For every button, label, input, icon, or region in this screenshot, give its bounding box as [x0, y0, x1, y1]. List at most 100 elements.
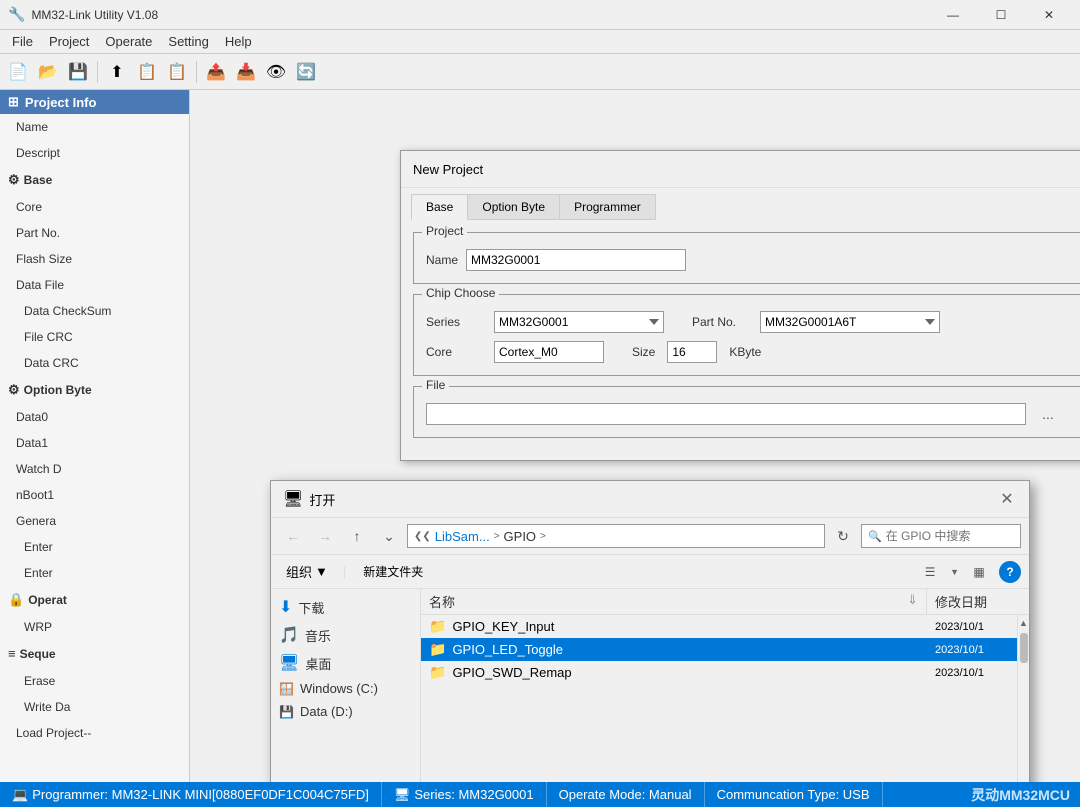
left-item-music[interactable]: 🎵 音乐 [271, 621, 420, 649]
file-list-scroll[interactable]: 📁 GPIO_KEY_Input 2023/10/1 📁 GPIO_LED_To… [421, 615, 1017, 782]
sidebar-section-base[interactable]: ⚙Base [0, 166, 189, 194]
sidebar: ⊞ Project Info Name Descript ⚙Base Core … [0, 90, 190, 782]
tab-option-byte[interactable]: Option Byte [467, 194, 560, 220]
toolbar: 📄 📂 💾 ⬆ 📋 📋 📤 📥 👁 🔄 [0, 54, 1080, 90]
search-input[interactable] [886, 529, 1014, 543]
close-button[interactable]: ✕ [1026, 0, 1072, 30]
new-project-dialog: New Project ✕ Base Option Byte Programme… [400, 150, 1080, 461]
nav-recent-button[interactable]: ⌄ [375, 524, 403, 548]
tab-base[interactable]: Base [411, 194, 468, 220]
file-row-1[interactable]: 📁 GPIO_LED_Toggle 2023/10/1 [421, 638, 1017, 661]
sidebar-item-core[interactable]: Core [0, 194, 189, 220]
menu-operate[interactable]: Operate [97, 32, 160, 51]
col-date-header[interactable]: 修改日期 [927, 589, 1017, 614]
title-bar: 🔧 MM32-Link Utility V1.08 — ☐ ✕ [0, 0, 1080, 30]
operate-text: Operate Mode: Manual [559, 787, 692, 802]
help-button[interactable]: ? [999, 561, 1021, 583]
toolbar-copy1[interactable]: 📋 [133, 58, 161, 86]
view-pane-button[interactable]: ▦ [965, 561, 993, 583]
project-name-input[interactable] [466, 249, 686, 271]
sidebar-item-writeda[interactable]: Write Da [0, 694, 189, 720]
scroll-up-btn[interactable]: ▲ [1018, 615, 1029, 631]
sidebar-item-data0[interactable]: Data0 [0, 404, 189, 430]
toolbar-open[interactable]: 📂 [34, 58, 62, 86]
minimize-button[interactable]: — [930, 0, 976, 30]
file-row-2[interactable]: 📁 GPIO_SWD_Remap 2023/10/1 [421, 661, 1017, 684]
sidebar-item-flashsize[interactable]: Flash Size [0, 246, 189, 272]
file-row-0[interactable]: 📁 GPIO_KEY_Input 2023/10/1 [421, 615, 1017, 638]
menu-help[interactable]: Help [217, 32, 260, 51]
sidebar-item-name[interactable]: Name [0, 114, 189, 140]
toolbar-upload[interactable]: ⬆ [103, 58, 131, 86]
sidebar-item-datacrc[interactable]: Data CRC [0, 350, 189, 376]
scroll-thumb [1020, 633, 1028, 663]
file-label-0: GPIO_KEY_Input [452, 619, 554, 634]
sidebar-item-descript[interactable]: Descript [0, 140, 189, 166]
sidebar-item-datachecksum[interactable]: Data CheckSum [0, 298, 189, 324]
nav-refresh-button[interactable]: ↻ [829, 524, 857, 548]
sidebar-item-data1[interactable]: Data1 [0, 430, 189, 456]
core-input[interactable] [494, 341, 604, 363]
menu-file[interactable]: File [4, 32, 41, 51]
dialog-content: Project Name Chip Choose Series MM32G000… [401, 220, 1080, 460]
file-dialog-close-button[interactable]: ✕ [997, 489, 1017, 509]
sidebar-item-watchd[interactable]: Watch D [0, 456, 189, 482]
toolbar-view[interactable]: 👁 [262, 58, 290, 86]
download-icon: ⬇ [279, 597, 292, 617]
maximize-button[interactable]: ☐ [978, 0, 1024, 30]
menu-setting[interactable]: Setting [160, 32, 216, 51]
browse-button[interactable]: ... [1034, 403, 1062, 425]
left-item-download[interactable]: ⬇ 下载 [271, 593, 420, 621]
toolbar-refresh[interactable]: 🔄 [292, 58, 320, 86]
toolbar-copy2[interactable]: 📋 [163, 58, 191, 86]
menu-project[interactable]: Project [41, 32, 97, 51]
partno-select[interactable]: MM32G0001A6T [760, 311, 940, 333]
sidebar-item-wrp[interactable]: WRP [0, 614, 189, 640]
organize-button[interactable]: 组织 ▼ [279, 559, 335, 584]
toolbar-save[interactable]: 💾 [64, 58, 92, 86]
sidebar-section-optionbyte[interactable]: ⚙Option Byte [0, 376, 189, 404]
sidebar-item-datafile[interactable]: Data File [0, 272, 189, 298]
toolbar-import[interactable]: 📥 [232, 58, 260, 86]
sidebar-item-enter2[interactable]: Enter [0, 560, 189, 586]
new-folder-button[interactable]: 新建文件夹 [354, 560, 432, 583]
series-icon: 🖥 [394, 787, 411, 803]
file-date-1: 2023/10/1 [927, 644, 1017, 656]
left-item-desktop[interactable]: 🖥 桌面 [271, 649, 420, 677]
sidebar-item-nboot1[interactable]: nBoot1 [0, 482, 189, 508]
sidebar-item-partno[interactable]: Part No. [0, 220, 189, 246]
col-name-header[interactable]: 名称 ⇓ [421, 589, 927, 614]
file-toolbar: 组织 ▼ | 新建文件夹 ☰ ▼ ▦ ? [271, 555, 1029, 589]
status-programmer: 💻 Programmer: MM32-LINK MINI[0880EF0DF1C… [0, 782, 382, 807]
status-series: 🖥 Series: MM32G0001 [382, 782, 547, 807]
nav-forward-button[interactable]: → [311, 524, 339, 548]
sidebar-item-enter1[interactable]: Enter [0, 534, 189, 560]
toolbar-new[interactable]: 📄 [4, 58, 32, 86]
app-title: MM32-Link Utility V1.08 [31, 8, 930, 22]
toolbar-export[interactable]: 📤 [202, 58, 230, 86]
music-label: 音乐 [305, 626, 331, 645]
series-select[interactable]: MM32G0001 [494, 311, 664, 333]
file-name-2: 📁 GPIO_SWD_Remap [421, 664, 927, 681]
tab-programmer[interactable]: Programmer [559, 194, 656, 220]
sidebar-item-loadproject[interactable]: Load Project-- [0, 720, 189, 746]
programmer-text: Programmer: MM32-LINK MINI[0880EF0DF1C00… [32, 787, 369, 802]
sidebar-section-seque[interactable]: ≡Seque [0, 640, 189, 668]
breadcrumb-libsam[interactable]: LibSam... [435, 529, 490, 544]
size-input[interactable] [667, 341, 717, 363]
sidebar-header: ⊞ Project Info [0, 90, 189, 114]
nav-back-button[interactable]: ← [279, 524, 307, 548]
left-item-windows[interactable]: 🪟 Windows (C:) [271, 677, 420, 700]
scroll-down-btn[interactable]: ▼ [1018, 781, 1029, 782]
left-item-data[interactable]: 💾 Data (D:) [271, 700, 420, 723]
view-list-button[interactable]: ☰ [916, 561, 944, 583]
sidebar-item-erase[interactable]: Erase [0, 668, 189, 694]
sidebar-item-filecrc[interactable]: File CRC [0, 324, 189, 350]
file-path-input[interactable] [426, 403, 1026, 425]
nav-up-button[interactable]: ↑ [343, 524, 371, 548]
project-name-label: Name [426, 253, 458, 267]
sidebar-item-genera[interactable]: Genera [0, 508, 189, 534]
folder-icon-0: 📁 [429, 618, 446, 635]
sidebar-section-operat[interactable]: 🔒Operat [0, 586, 189, 614]
menu-bar: File Project Operate Setting Help [0, 30, 1080, 54]
